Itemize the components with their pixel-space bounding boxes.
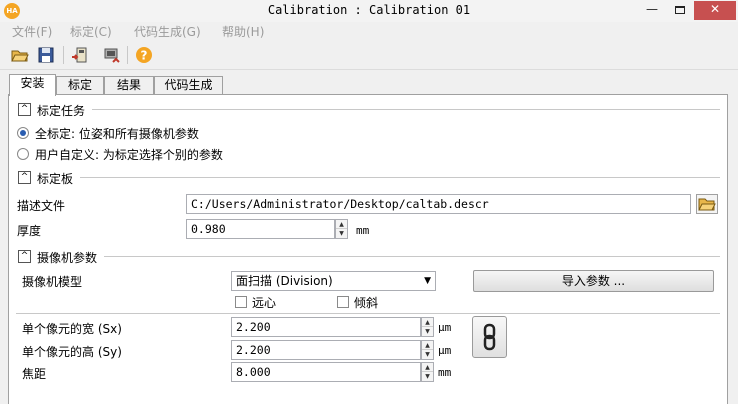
close-button[interactable]: ✕ [694,1,736,20]
section-divider [16,313,720,314]
camera-export-icon[interactable] [102,45,122,65]
collapse-calib-plate-button[interactable]: ^ [18,171,31,184]
menu-help[interactable]: 帮助(H) [222,23,264,40]
stepper-up-icon[interactable]: ▲ [422,318,433,327]
thickness-label: 厚度 [17,224,42,238]
description-file-label: 描述文件 [17,199,66,213]
toolbar-separator [127,46,128,64]
telecentric-checkbox[interactable] [235,296,247,308]
pixel-width-input[interactable]: 2.200 [231,317,421,337]
pixel-width-stepper[interactable]: ▲ ▼ [421,317,434,337]
collapse-calib-task-button[interactable]: ^ [18,103,31,116]
browse-file-button[interactable] [696,194,718,214]
tab-calibration[interactable]: 标定 [56,76,104,95]
tilt-checkbox[interactable] [337,296,349,308]
chain-link-icon [483,323,496,351]
tilt-label: 倾斜 [354,296,379,310]
collapse-camera-params-button[interactable]: ^ [18,250,31,263]
toolbar: ? [0,40,738,70]
camera-model-select[interactable]: 面扫描 (Division) ▼ [231,271,436,291]
pixel-width-label: 单个像元的宽 (Sx) [22,322,122,336]
menu-bar: 文件(F) 标定(C) 代码生成(G) 帮助(H) [0,22,738,40]
focal-length-stepper[interactable]: ▲ ▼ [421,362,434,382]
pixel-height-input[interactable]: 2.200 [231,340,421,360]
menu-code-generation[interactable]: 代码生成(G) [134,23,201,40]
section-divider [80,177,720,178]
stepper-up-icon[interactable]: ▲ [422,363,433,372]
focal-length-unit: mm [438,366,452,379]
focal-length-input[interactable]: 8.000 [231,362,421,382]
radio-user-defined-label: 用户自定义: 为标定选择个别的参数 [35,148,223,162]
help-icon[interactable]: ? [134,45,154,65]
telecentric-label: 远心 [252,296,277,310]
camera-import-icon[interactable] [70,45,90,65]
maximize-icon [675,5,685,14]
open-folder-icon [698,198,716,211]
svg-text:?: ? [141,49,148,63]
menu-file[interactable]: 文件(F) [12,23,52,40]
toolbar-separator [63,46,64,64]
camera-model-label: 摄像机模型 [22,275,83,289]
tab-code-generation[interactable]: 代码生成 [154,76,223,95]
tab-results[interactable]: 结果 [104,76,154,95]
stepper-down-icon[interactable]: ▼ [422,372,433,381]
import-params-button[interactable]: 导入参数 ... [473,270,714,292]
pixel-width-unit: μm [438,321,452,334]
stepper-down-icon[interactable]: ▼ [422,350,433,359]
section-calib-plate-title: 标定板 [37,172,74,186]
window-title: Calibration : Calibration 01 [267,3,471,17]
chevron-down-icon: ▼ [424,276,431,286]
thickness-stepper[interactable]: ▲ ▼ [335,219,348,239]
stepper-down-icon[interactable]: ▼ [336,229,347,238]
focal-length-label: 焦距 [22,367,47,381]
radio-full-calibration[interactable] [17,127,29,139]
section-calib-task-title: 标定任务 [37,104,86,118]
section-divider [104,256,720,257]
camera-model-value: 面扫描 (Division) [236,274,333,288]
radio-full-calibration-label: 全标定: 位姿和所有摄像机参数 [35,127,199,141]
stepper-up-icon[interactable]: ▲ [422,341,433,350]
minimize-button[interactable]: — [638,1,666,20]
tab-setup[interactable]: 安装 [9,74,56,96]
section-divider [92,109,720,110]
save-icon[interactable] [36,45,56,65]
section-camera-params-title: 摄像机参数 [37,251,98,265]
stepper-up-icon[interactable]: ▲ [336,220,347,229]
description-file-input[interactable]: C:/Users/Administrator/Desktop/caltab.de… [186,194,691,214]
pixel-height-unit: μm [438,344,452,357]
stepper-down-icon[interactable]: ▼ [422,327,433,336]
thickness-input[interactable]: 0.980 [186,219,335,239]
pixel-height-stepper[interactable]: ▲ ▼ [421,340,434,360]
open-folder-icon[interactable] [10,45,30,65]
thickness-unit: mm [356,224,370,237]
radio-user-defined[interactable] [17,148,29,160]
maximize-button[interactable] [666,1,694,20]
menu-calibration[interactable]: 标定(C) [70,23,112,40]
pixel-height-label: 单个像元的高 (Sy) [22,345,122,359]
link-pixel-size-button[interactable] [472,316,507,358]
